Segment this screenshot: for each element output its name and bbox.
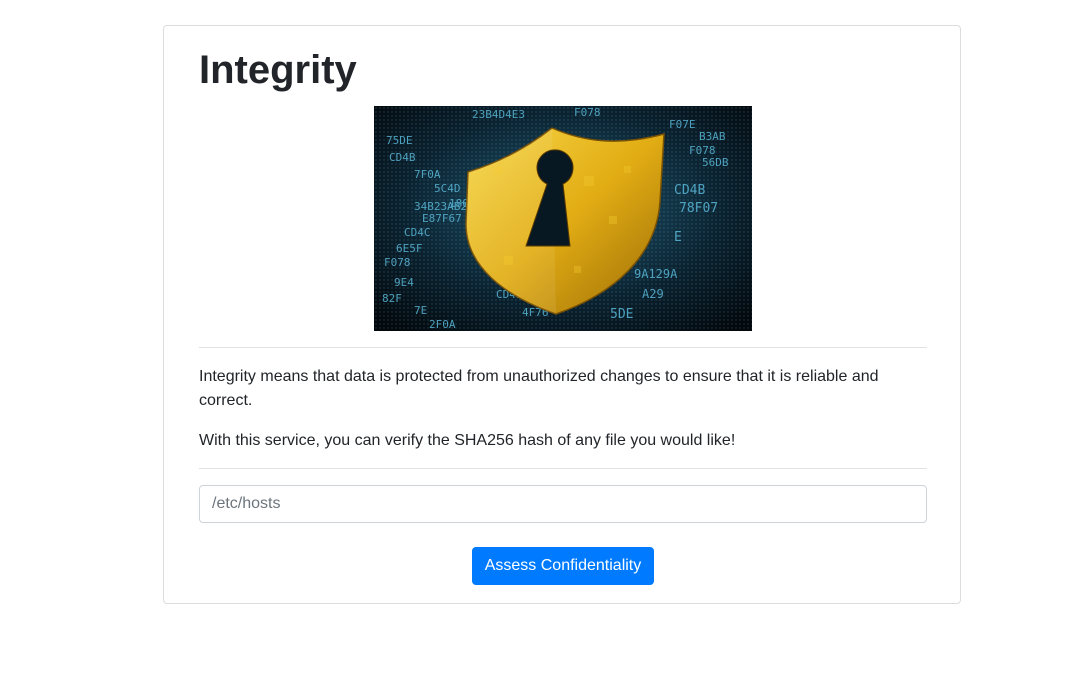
svg-text:78F07: 78F07 [679,201,718,216]
svg-text:F07E: F07E [669,118,696,131]
hero-image: 23B4D4E3 F078 F07E B3AB F078 56DB CD4B 7… [374,106,752,331]
svg-text:2F0A: 2F0A [429,318,456,331]
shield-keyhole-icon: 23B4D4E3 F078 F07E B3AB F078 56DB CD4B 7… [374,106,752,331]
svg-text:CD4B: CD4B [674,183,705,198]
svg-text:7F0A: 7F0A [414,168,441,181]
service-description: With this service, you can verify the SH… [199,432,736,449]
svg-text:56DB: 56DB [702,156,729,169]
svg-text:7E: 7E [414,304,427,317]
svg-text:6E5F: 6E5F [396,242,423,255]
svg-text:F078: F078 [384,256,411,269]
svg-text:F078: F078 [574,106,601,119]
svg-text:E: E [674,230,682,245]
file-path-input[interactable] [199,485,927,523]
svg-text:A29: A29 [642,287,664,301]
svg-text:5C4D: 5C4D [434,182,461,195]
svg-text:23B4D4E3: 23B4D4E3 [472,108,525,121]
assess-confidentiality-button[interactable]: Assess Confidentiality [472,547,654,585]
svg-text:75DE: 75DE [386,134,413,147]
divider-bottom [199,468,927,469]
svg-text:82F: 82F [382,292,402,305]
svg-text:E87F67: E87F67 [422,212,462,225]
integrity-card: Integrity 23B4D4E3 F078 F07E B3AB F078 5… [163,25,961,604]
page-title: Integrity [199,48,357,92]
svg-text:5DE: 5DE [610,307,633,322]
integrity-description: Integrity means that data is protected f… [199,368,879,409]
svg-text:CD4B: CD4B [389,151,416,164]
svg-text:B3AB: B3AB [699,130,726,143]
svg-text:9A129A: 9A129A [634,267,678,281]
divider-top [199,347,927,348]
svg-text:CD4C: CD4C [404,226,431,239]
svg-text:9E4: 9E4 [394,276,414,289]
